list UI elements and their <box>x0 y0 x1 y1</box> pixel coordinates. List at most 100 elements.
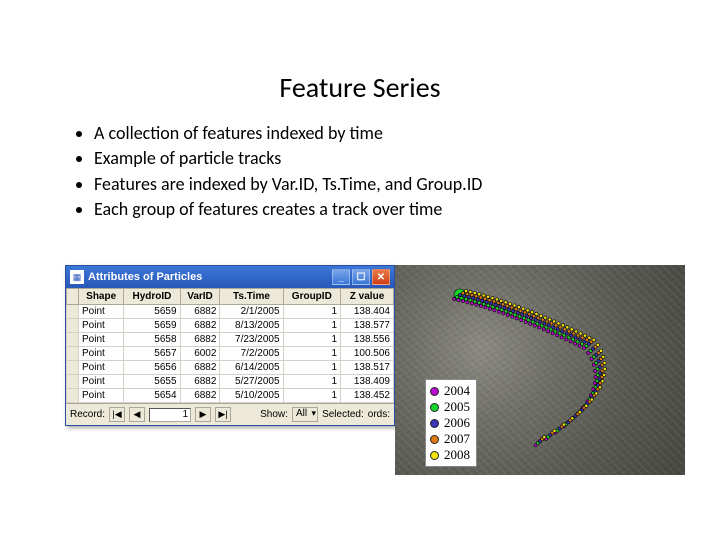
row-selector[interactable] <box>67 319 79 333</box>
cell: 5654 <box>124 389 180 403</box>
legend-label: 2007 <box>444 431 470 447</box>
nav-last-button[interactable]: ▶| <box>215 407 231 422</box>
cell: 1 <box>283 361 341 375</box>
legend-label: 2006 <box>444 415 470 431</box>
cell: 138.517 <box>341 361 394 375</box>
legend-swatch <box>430 419 439 428</box>
cell: 1 <box>283 375 341 389</box>
cell: 5657 <box>124 347 180 361</box>
legend-label: 2005 <box>444 399 470 415</box>
map-legend: 20042005200620072008 <box>425 379 477 467</box>
cell: 138.577 <box>341 319 394 333</box>
cell: 5658 <box>124 333 180 347</box>
cell: Point <box>79 347 124 361</box>
legend-row: 2004 <box>430 383 470 399</box>
nav-prev-button[interactable]: ◀ <box>129 407 145 422</box>
bullet-item: Features are indexed by Var.ID, Ts.Time,… <box>94 173 650 196</box>
map-panel: 20042005200620072008 <box>395 265 685 475</box>
legend-swatch <box>430 435 439 444</box>
record-navbar: Record: |◀ ◀ 1 ▶ ▶| Show: All Selected: … <box>66 403 394 425</box>
legend-label: 2004 <box>444 383 470 399</box>
maximize-button[interactable]: ☐ <box>352 269 370 285</box>
row-selector[interactable] <box>67 375 79 389</box>
bullet-item: Each group of features creates a track o… <box>94 198 650 221</box>
cell: 1 <box>283 347 341 361</box>
col-shape[interactable]: Shape <box>79 289 124 305</box>
cell: Point <box>79 333 124 347</box>
window-title: Attributes of Particles <box>88 271 328 283</box>
selected-value: ords: <box>368 409 390 420</box>
window-titlebar[interactable]: ▦ Attributes of Particles _ ☐ ✕ <box>66 266 394 288</box>
legend-row: 2008 <box>430 447 470 463</box>
cell: 6/14/2005 <box>220 361 283 375</box>
legend-swatch <box>430 451 439 460</box>
cell: 1 <box>283 389 341 403</box>
attributes-window: ▦ Attributes of Particles _ ☐ ✕ Shape Hy… <box>65 265 395 426</box>
cell: 1 <box>283 305 341 319</box>
table-row[interactable]: Point565568825/27/20051138.409 <box>67 375 394 389</box>
cell: Point <box>79 319 124 333</box>
cell: 5656 <box>124 361 180 375</box>
bullet-item: A collection of features indexed by time <box>94 122 650 145</box>
close-button[interactable]: ✕ <box>372 269 390 285</box>
col-groupid[interactable]: GroupID <box>283 289 341 305</box>
legend-label: 2008 <box>444 447 470 463</box>
show-label: Show: <box>260 409 288 420</box>
cell: 6882 <box>180 361 220 375</box>
table-row[interactable]: Point565668826/14/20051138.517 <box>67 361 394 375</box>
minimize-button[interactable]: _ <box>332 269 350 285</box>
row-selector[interactable] <box>67 305 79 319</box>
cell: 6882 <box>180 305 220 319</box>
bullet-item: Example of particle tracks <box>94 147 650 170</box>
cell: 138.409 <box>341 375 394 389</box>
table-row[interactable]: Point565968828/13/20051138.577 <box>67 319 394 333</box>
cell: 5/27/2005 <box>220 375 283 389</box>
cell: 138.452 <box>341 389 394 403</box>
row-selector[interactable] <box>67 333 79 347</box>
legend-swatch <box>430 387 439 396</box>
table-row[interactable]: Point565968822/1/20051138.404 <box>67 305 394 319</box>
cell: 6882 <box>180 333 220 347</box>
row-selector[interactable] <box>67 347 79 361</box>
col-hydroid[interactable]: HydroID <box>124 289 180 305</box>
cell: 5659 <box>124 305 180 319</box>
nav-next-button[interactable]: ▶ <box>195 407 211 422</box>
record-number-input[interactable]: 1 <box>149 408 191 422</box>
selected-label: Selected: <box>322 409 364 420</box>
cell: Point <box>79 375 124 389</box>
col-varid[interactable]: VarID <box>180 289 220 305</box>
cell: Point <box>79 361 124 375</box>
table-row[interactable]: Point565868827/23/20051138.556 <box>67 333 394 347</box>
cell: 138.556 <box>341 333 394 347</box>
row-header-blank <box>67 289 79 305</box>
row-selector[interactable] <box>67 361 79 375</box>
cell: 8/13/2005 <box>220 319 283 333</box>
cell: 138.404 <box>341 305 394 319</box>
col-tstime[interactable]: Ts.Time <box>220 289 283 305</box>
bullet-list: A collection of features indexed by time… <box>70 120 650 224</box>
cell: 6002 <box>180 347 220 361</box>
record-label: Record: <box>70 409 105 420</box>
cell: 1 <box>283 319 341 333</box>
cell: 6882 <box>180 389 220 403</box>
legend-row: 2006 <box>430 415 470 431</box>
attributes-table: Shape HydroID VarID Ts.Time GroupID Z va… <box>66 288 394 403</box>
cell: 100.506 <box>341 347 394 361</box>
legend-row: 2007 <box>430 431 470 447</box>
show-dropdown[interactable]: All <box>292 407 318 422</box>
table-row[interactable]: Point565760027/2/20051100.506 <box>67 347 394 361</box>
cell: Point <box>79 389 124 403</box>
legend-swatch <box>430 403 439 412</box>
table-row[interactable]: Point565468825/10/20051138.452 <box>67 389 394 403</box>
cell: 1 <box>283 333 341 347</box>
table-icon: ▦ <box>70 270 84 284</box>
cell: 5/10/2005 <box>220 389 283 403</box>
legend-row: 2005 <box>430 399 470 415</box>
nav-first-button[interactable]: |◀ <box>109 407 125 422</box>
cell: 7/2/2005 <box>220 347 283 361</box>
col-zvalue[interactable]: Z value <box>341 289 394 305</box>
row-selector[interactable] <box>67 389 79 403</box>
cell: 5655 <box>124 375 180 389</box>
cell: 2/1/2005 <box>220 305 283 319</box>
cell: Point <box>79 305 124 319</box>
